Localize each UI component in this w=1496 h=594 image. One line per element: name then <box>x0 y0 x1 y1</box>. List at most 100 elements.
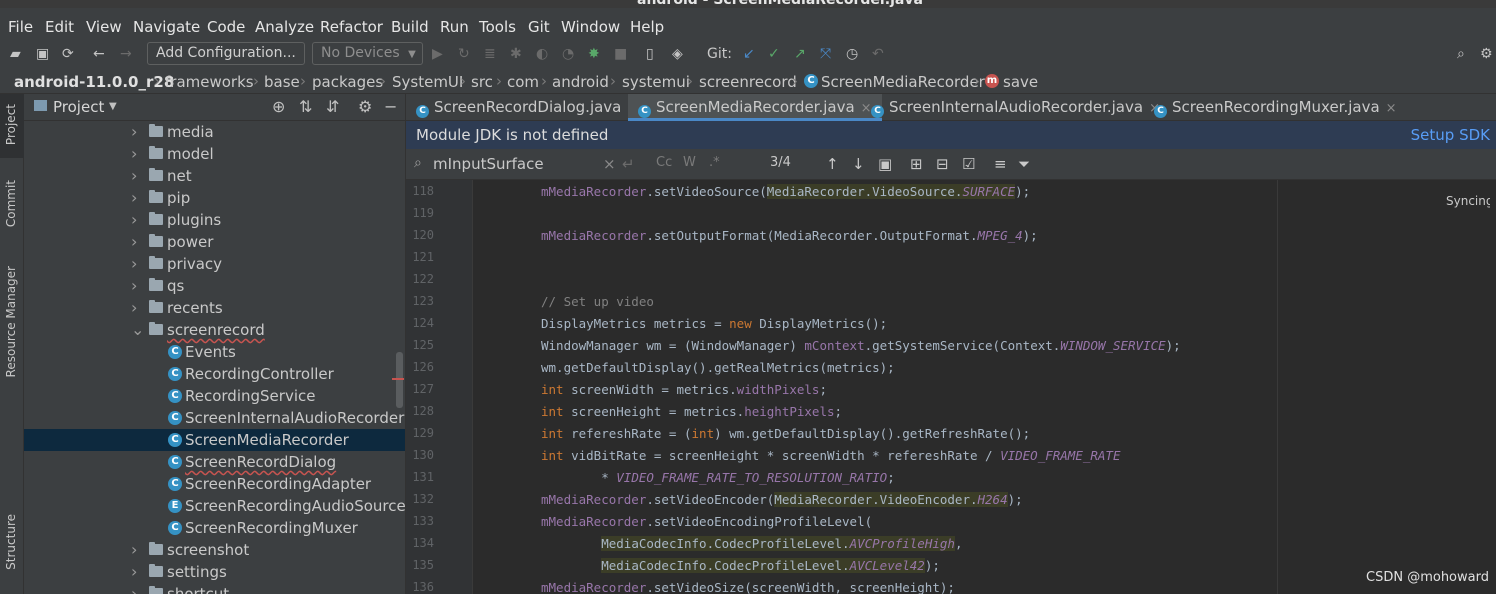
git-push-icon[interactable]: ↗ <box>794 45 806 63</box>
tree-file[interactable]: C ScreenRecordDialog <box>24 451 405 473</box>
filter-icon[interactable]: ⏷ <box>1018 155 1030 173</box>
locate-icon[interactable]: ⊕ <box>272 97 285 116</box>
breadcrumb-item[interactable]: android-11.0.0_r28 <box>14 73 174 91</box>
close-icon[interactable]: × <box>861 101 872 116</box>
debug-icon[interactable]: ✱ <box>510 45 522 63</box>
tree-folder[interactable]: › recents <box>24 297 405 319</box>
tab-screen-media-recorder[interactable]: C ScreenMediaRecorder.java × <box>628 94 882 121</box>
add-occurrence-icon[interactable]: ⊞ <box>910 155 923 173</box>
menu-file[interactable]: File <box>8 18 33 36</box>
history-icon[interactable]: ◷ <box>846 45 858 63</box>
tab-screen-recording-muxer[interactable]: C ScreenRecordingMuxer.java × <box>1154 94 1397 121</box>
tool-window-structure[interactable]: Structure <box>4 514 18 570</box>
chevron-right-icon[interactable]: › <box>131 187 137 209</box>
git-update-icon[interactable]: ↙ <box>743 45 755 63</box>
expand-all-icon[interactable]: ⇅ <box>299 97 312 116</box>
run-icon[interactable]: ▶ <box>432 45 443 63</box>
tree-file[interactable]: C ScreenMediaRecorder <box>24 429 405 451</box>
chevron-right-icon[interactable]: › <box>131 583 137 594</box>
chevron-right-icon[interactable]: › <box>131 253 137 275</box>
breadcrumb-item[interactable]: frameworks <box>165 73 254 91</box>
tool-window-project[interactable]: Project <box>4 104 18 145</box>
coverage-icon[interactable]: ◐ <box>536 45 548 63</box>
device-selector[interactable]: No Devices ▼ <box>312 42 423 65</box>
chevron-right-icon[interactable]: › <box>131 165 137 187</box>
collapse-all-icon[interactable]: ⇵ <box>326 97 339 116</box>
menu-refactor[interactable]: Refactor <box>320 18 383 36</box>
select-all-occurrences-icon[interactable]: ☑ <box>962 155 975 173</box>
chevron-right-icon[interactable]: › <box>131 231 137 253</box>
menu-run[interactable]: Run <box>440 18 469 36</box>
chevron-right-icon[interactable]: › <box>131 121 137 143</box>
tool-window-resource-manager[interactable]: Resource Manager <box>4 266 18 377</box>
select-all-icon[interactable]: ▣ <box>878 155 892 173</box>
tree-file[interactable]: E ScreenRecordingAudioSource <box>24 495 405 517</box>
tree-folder[interactable]: › media <box>24 121 405 143</box>
tree-folder[interactable]: › pip <box>24 187 405 209</box>
menu-view[interactable]: View <box>86 18 122 36</box>
menu-analyze[interactable]: Analyze <box>255 18 314 36</box>
sdk-manager-icon[interactable]: ◈ <box>672 45 683 63</box>
clear-icon[interactable]: × <box>603 155 616 173</box>
tree-folder[interactable]: ⌄ screenrecord <box>24 319 405 341</box>
menu-edit[interactable]: Edit <box>45 18 74 36</box>
chevron-right-icon[interactable]: › <box>131 275 137 297</box>
breadcrumb-item[interactable]: src <box>471 73 493 91</box>
gear-icon[interactable]: ⚙ <box>358 97 372 116</box>
next-occurrence-icon[interactable]: ↓ <box>852 155 865 173</box>
menu-code[interactable]: Code <box>207 18 245 36</box>
breadcrumb-item[interactable]: android <box>552 73 609 91</box>
git-branch-icon[interactable]: ⤧ <box>820 45 831 63</box>
tree-folder[interactable]: › settings <box>24 561 405 583</box>
close-icon[interactable]: × <box>1386 101 1397 116</box>
search-icon[interactable]: ⌕ <box>1457 45 1465 63</box>
regex-toggle[interactable]: .* <box>709 155 720 170</box>
tree-file[interactable]: C RecordingService <box>24 385 405 407</box>
menu-build[interactable]: Build <box>391 18 429 36</box>
code-view[interactable]: 118 119 120 121 122 123 124 125 126 127 128 129 130 1… <box>406 180 1496 594</box>
breadcrumb-item[interactable]: base <box>264 73 300 91</box>
tree-folder[interactable]: › privacy <box>24 253 405 275</box>
filter-options-icon[interactable]: ≡ <box>994 155 1007 173</box>
stop-icon[interactable]: ■ <box>614 45 627 63</box>
hide-panel-icon[interactable]: − <box>384 97 397 116</box>
menu-git[interactable]: Git <box>528 18 550 36</box>
tree-folder[interactable]: › plugins <box>24 209 405 231</box>
menu-window[interactable]: Window <box>561 18 620 36</box>
menu-navigate[interactable]: Navigate <box>133 18 200 36</box>
tab-screen-record-dialog[interactable]: CScreenRecordDialog.java× <box>416 94 638 121</box>
newline-icon[interactable]: ↵ <box>622 155 635 173</box>
tree-file[interactable]: C ScreenRecordingMuxer <box>24 517 405 539</box>
previous-occurrence-icon[interactable]: ↑ <box>826 155 839 173</box>
tree-file[interactable]: C ScreenInternalAudioRecorder <box>24 407 405 429</box>
rerun-icon[interactable]: ↻ <box>458 45 470 63</box>
tree-file[interactable]: C Events <box>24 341 405 363</box>
chevron-right-icon[interactable]: › <box>131 539 137 561</box>
breadcrumb-item[interactable]: SystemUI <box>392 73 463 91</box>
tree-file[interactable]: C ScreenRecordingAdapter <box>24 473 405 495</box>
tree-folder[interactable]: › shortcut <box>24 583 405 594</box>
setup-sdk-link[interactable]: Setup SDK <box>1411 121 1490 149</box>
save-icon[interactable]: ▣ <box>36 45 49 63</box>
tree-folder[interactable]: › qs <box>24 275 405 297</box>
tree-folder[interactable]: › model <box>24 143 405 165</box>
menu-help[interactable]: Help <box>630 18 664 36</box>
chevron-right-icon[interactable]: › <box>131 297 137 319</box>
open-folder-icon[interactable]: ▰ <box>10 45 21 63</box>
breadcrumb-item[interactable]: packages <box>312 73 383 91</box>
back-arrow-icon[interactable]: ← <box>93 45 105 63</box>
profile-icon[interactable]: ◔ <box>562 45 574 63</box>
breadcrumb-item[interactable]: com <box>507 73 539 91</box>
settings-icon[interactable]: ⚙ <box>1480 45 1493 63</box>
sync-icon[interactable]: ⟳ <box>62 45 74 63</box>
editor-scrollbar[interactable] <box>1490 190 1496 580</box>
git-commit-icon[interactable]: ✓ <box>768 45 780 63</box>
chevron-right-icon[interactable]: › <box>131 209 137 231</box>
project-view-selector[interactable]: Project <box>53 98 104 116</box>
breadcrumb-item[interactable]: ScreenMediaRecorder <box>821 73 985 91</box>
forward-arrow-icon[interactable]: → <box>120 45 132 63</box>
whole-words-toggle[interactable]: W <box>683 155 696 170</box>
attach-debugger-icon[interactable]: ✸ <box>588 45 600 63</box>
apply-changes-icon[interactable]: ≣ <box>484 45 496 63</box>
device-manager-icon[interactable]: ▯ <box>646 45 654 63</box>
